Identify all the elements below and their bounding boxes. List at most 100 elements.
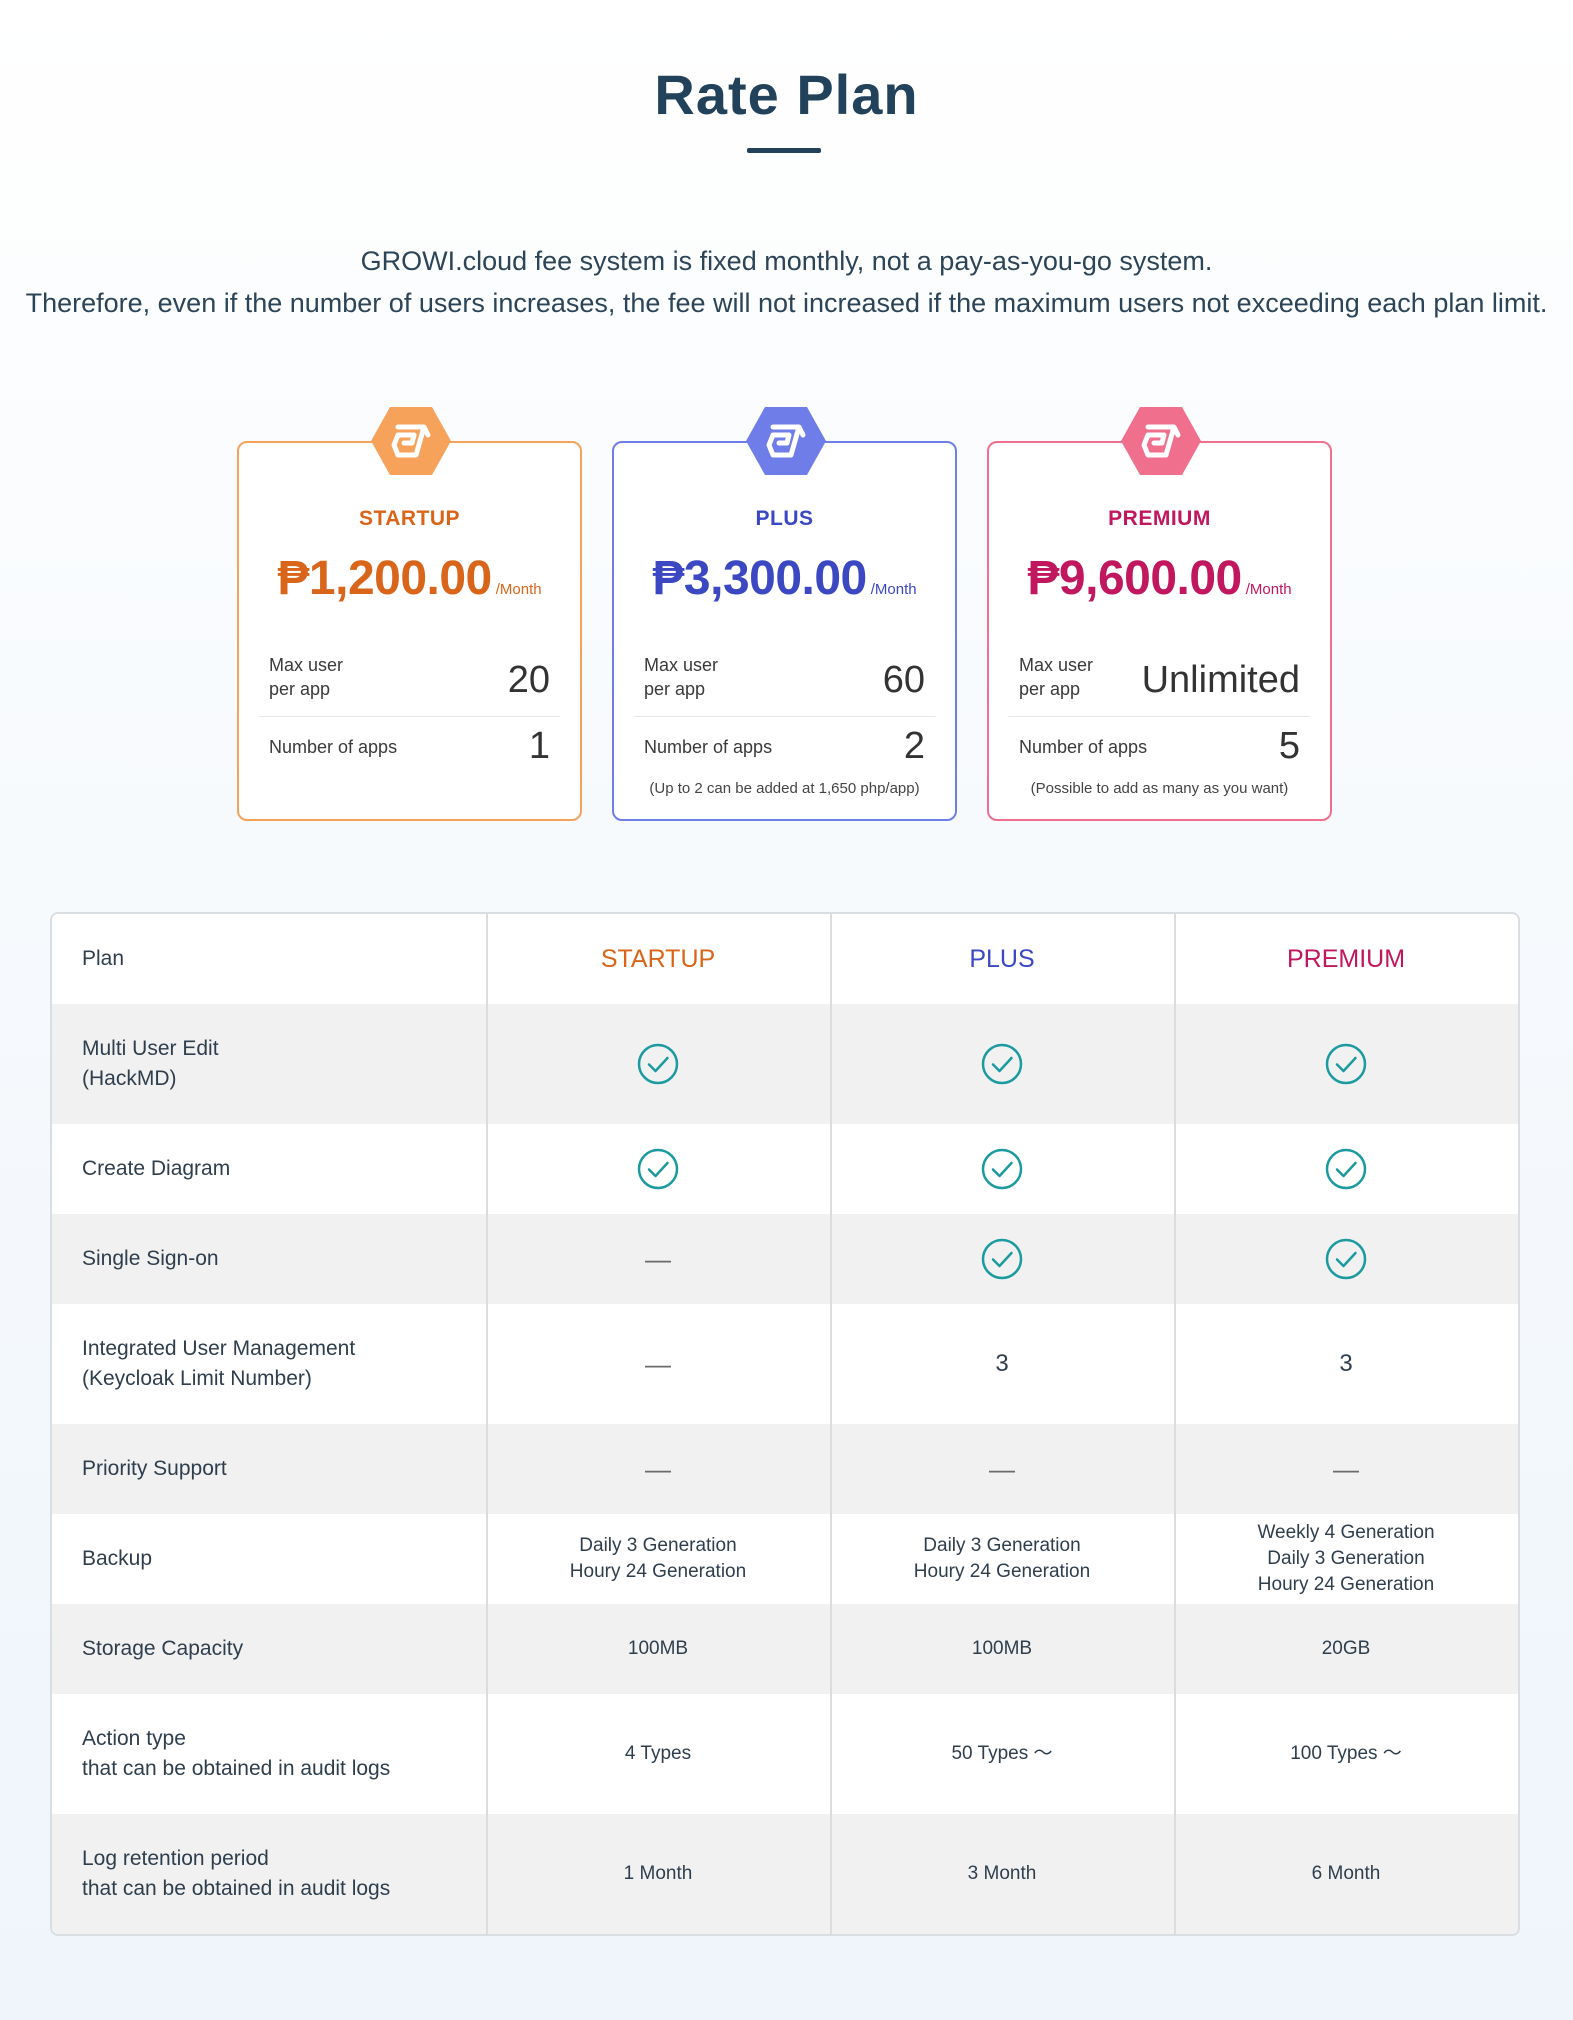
intro-text: GROWI.cloud fee system is fixed monthly,… — [20, 242, 1553, 322]
max-user-value: Unlimited — [1141, 659, 1300, 701]
plan-name: PLUS — [755, 507, 814, 530]
value-startup: — — [645, 1454, 671, 1484]
column-divider — [1174, 914, 1176, 1934]
price-period: /Month — [870, 581, 917, 598]
apps-row: Number of apps 5 — [1009, 725, 1310, 781]
feature-label: Integrated User Management (Keycloak Lim… — [82, 1337, 356, 1390]
feature-label: Storage Capacity — [82, 1637, 244, 1660]
table-row: Priority Support — — — — [52, 1424, 1518, 1514]
intro-line-2: Therefore, even if the number of users i… — [25, 288, 1548, 318]
feature-label: Create Diagram — [82, 1157, 231, 1180]
value-premium: 3 — [1339, 1350, 1353, 1377]
intro-line-1: GROWI.cloud fee system is fixed monthly,… — [360, 246, 1213, 276]
plan-note: (Up to 2 can be added at 1,650 php/app) — [649, 780, 920, 797]
check-icon — [1174, 1214, 1518, 1304]
table-row: Multi User Edit (HackMD) — [52, 1004, 1518, 1124]
header-plan-label: Plan — [82, 947, 125, 970]
apps-value: 5 — [1278, 725, 1300, 767]
table-header-row: Plan STARTUP PLUS PREMIUM — [52, 914, 1518, 1004]
title-underline — [747, 148, 821, 153]
plan-comparison-table: Plan STARTUP PLUS PREMIUM Multi User Edi… — [50, 912, 1520, 1936]
max-user-row: Max user per app 20 — [259, 649, 560, 717]
feature-label: Single Sign-on — [82, 1247, 219, 1270]
value-plus: — — [989, 1454, 1015, 1484]
max-user-value: 60 — [882, 659, 925, 701]
value-premium: 20GB — [1321, 1638, 1371, 1659]
apps-label: Number of apps — [269, 737, 398, 757]
check-circle-icon — [637, 1043, 679, 1085]
table-row: Integrated User Management (Keycloak Lim… — [52, 1304, 1518, 1424]
check-circle-icon — [637, 1148, 679, 1190]
plan-note: (Possible to add as many as you want) — [1030, 780, 1289, 797]
price-row: ₱3,300.00/Month — [614, 551, 955, 606]
growi-logo-icon — [746, 407, 826, 475]
plan-price: ₱3,300.00 — [652, 552, 867, 605]
growi-logo-icon — [1121, 407, 1201, 475]
table-row: Backup Daily 3 Generation Houry 24 Genera… — [52, 1514, 1518, 1604]
price-period: /Month — [495, 581, 542, 598]
apps-value: 2 — [903, 725, 925, 767]
feature-label: Log retention period that can be obtaine… — [82, 1847, 391, 1900]
value-premium: 6 Month — [1311, 1863, 1381, 1884]
max-user-row: Max user per app 60 — [634, 649, 935, 717]
plan-price: ₱1,200.00 — [277, 552, 492, 605]
value-startup: Daily 3 Generation Houry 24 Generation — [569, 1535, 747, 1582]
check-circle-icon — [1325, 1043, 1367, 1085]
growi-logo-icon — [371, 407, 451, 475]
check-icon — [830, 1004, 1174, 1124]
table-row: Action type that can be obtained in audi… — [52, 1694, 1518, 1814]
apps-value: 1 — [528, 725, 550, 767]
page-title: Rate Plan — [654, 63, 919, 126]
max-user-value: 20 — [507, 659, 550, 701]
plan-card-plus: PLUS ₱3,300.00/Month Max user per app 60… — [612, 407, 957, 821]
table-row: Create Diagram — [52, 1124, 1518, 1214]
plan-name: PREMIUM — [1108, 507, 1211, 530]
header-premium: PREMIUM — [1286, 945, 1406, 973]
value-startup: 100MB — [627, 1638, 689, 1659]
max-user-label: Max user per app — [1019, 655, 1094, 699]
header-plus: PLUS — [969, 945, 1035, 973]
value-plus: 3 Month — [967, 1863, 1037, 1884]
price-period: /Month — [1245, 581, 1292, 598]
apps-row: Number of apps 2 — [634, 725, 935, 781]
check-icon — [1174, 1124, 1518, 1214]
max-user-label: Max user per app — [269, 655, 344, 699]
value-premium: 100 Types ～ — [1290, 1743, 1402, 1764]
feature-label: Priority Support — [82, 1457, 227, 1480]
column-divider — [830, 914, 832, 1934]
feature-label: Action type that can be obtained in audi… — [82, 1727, 391, 1780]
plan-card-premium: PREMIUM ₱9,600.00/Month Max user per app… — [987, 407, 1332, 821]
value-plus: 50 Types ～ — [951, 1743, 1053, 1764]
max-user-label: Max user per app — [644, 655, 719, 699]
price-row: ₱1,200.00/Month — [239, 551, 580, 606]
value-plus: 3 — [995, 1350, 1009, 1377]
value-startup: — — [645, 1244, 671, 1274]
check-circle-icon — [981, 1148, 1023, 1190]
apps-row: Number of apps 1 — [259, 725, 560, 781]
check-icon — [830, 1124, 1174, 1214]
check-circle-icon — [981, 1043, 1023, 1085]
check-icon — [486, 1004, 830, 1124]
value-startup: 4 Types — [624, 1743, 692, 1764]
check-circle-icon — [1325, 1238, 1367, 1280]
feature-label: Backup — [82, 1547, 153, 1570]
value-startup: — — [645, 1349, 671, 1379]
plan-card-startup: STARTUP ₱1,200.00/Month Max user per app… — [237, 407, 582, 821]
apps-label: Number of apps — [1019, 737, 1148, 757]
check-icon — [486, 1124, 830, 1214]
header-startup: STARTUP — [600, 945, 716, 973]
check-circle-icon — [981, 1238, 1023, 1280]
value-premium: Weekly 4 Generation Daily 3 Generation H… — [1257, 1522, 1435, 1595]
apps-label: Number of apps — [644, 737, 773, 757]
table-row: Storage Capacity 100MB 100MB 20GB — [52, 1604, 1518, 1694]
feature-label: Multi User Edit (HackMD) — [82, 1037, 219, 1090]
max-user-row: Max user per app Unlimited — [1009, 649, 1310, 717]
value-startup: 1 Month — [623, 1863, 693, 1884]
plan-price: ₱9,600.00 — [1027, 552, 1242, 605]
plan-name: STARTUP — [358, 507, 461, 530]
check-circle-icon — [1325, 1148, 1367, 1190]
check-icon — [830, 1214, 1174, 1304]
table-row: Log retention period that can be obtaine… — [52, 1814, 1518, 1934]
price-row: ₱9,600.00/Month — [989, 551, 1330, 606]
table-row: Single Sign-on — — [52, 1214, 1518, 1304]
